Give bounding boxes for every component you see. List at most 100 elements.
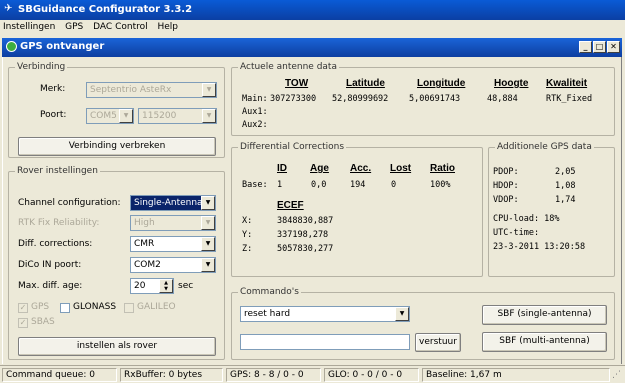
status-rxbuffer: RxBuffer: 0 bytes (120, 368, 223, 382)
base-ratio: 100% (430, 180, 451, 190)
gps-label: GPS (31, 302, 50, 312)
galileo-checkbox[interactable] (124, 303, 134, 313)
sbas-label: SBAS (31, 317, 55, 327)
main-kwaliteit: RTK_Fixed (546, 94, 593, 104)
col-ratio: Ratio (430, 163, 455, 174)
rover-legend: Rover instellingen (15, 166, 100, 176)
satellite-icon: ✈ (4, 3, 13, 14)
status-gps: GPS: 8 - 8 / 0 - 0 (226, 368, 321, 382)
menu-bar: Instellingen GPS DAC Control Help (0, 20, 625, 35)
pdop-label: PDOP: (493, 167, 519, 177)
channel-select[interactable]: Single-Antenna ▼ (130, 195, 216, 211)
gps-checkbox[interactable]: ✓ (18, 303, 28, 313)
z-label: Z: (242, 244, 253, 254)
sbf-multi-button[interactable]: SBF (multi-antenna) (482, 332, 607, 352)
channel-value: Single-Antenna (134, 198, 203, 208)
maxage-stepper[interactable]: 20 ▲ ▼ (130, 278, 174, 294)
rtk-select[interactable]: High ▼ (130, 215, 216, 231)
resize-grip-icon[interactable]: ⋰ (612, 370, 621, 380)
col-id: ID (277, 163, 287, 174)
chevron-down-icon: ▼ (201, 196, 215, 210)
main-hoogte: 48,884 (487, 94, 518, 104)
baud-value: 115200 (142, 111, 177, 121)
dico-value: COM2 (134, 260, 161, 270)
glonass-checkbox[interactable] (60, 303, 70, 313)
command-input[interactable] (240, 334, 410, 350)
chevron-down-icon: ▼ (119, 109, 133, 123)
maximize-button[interactable]: □ (593, 41, 606, 53)
minimize-button[interactable]: _ (579, 41, 592, 53)
poort-select[interactable]: COM5 ▼ (86, 108, 134, 124)
row-aux1-label: Aux1: (242, 107, 268, 117)
x-value: 3848830,887 (277, 216, 334, 226)
hdop-value: 1,08 (555, 181, 576, 191)
baud-select[interactable]: 115200 ▼ (138, 108, 217, 124)
z-value: 5057830,277 (277, 244, 334, 254)
disconnect-button[interactable]: Verbinding verbreken (18, 137, 216, 156)
col-kwaliteit: Kwaliteit (546, 78, 588, 89)
galileo-label: GALILEO (137, 302, 176, 312)
col-longitude: Longitude (417, 78, 466, 89)
cpu-load: CPU-load: 18% (493, 214, 560, 224)
commando-legend: Commando's (238, 287, 301, 297)
app-title-bar[interactable]: ✈ SBGuidance Configurator 3.3.2 (0, 0, 625, 20)
chevron-down-icon: ▼ (201, 258, 215, 272)
diff-select[interactable]: CMR ▼ (130, 236, 216, 252)
col-acc: Acc. (350, 163, 372, 174)
app-title: SBGuidance Configurator 3.3.2 (18, 4, 193, 15)
col-age: Age (310, 163, 329, 174)
menu-gps[interactable]: GPS (65, 22, 83, 32)
poort-label: Poort: (40, 110, 67, 120)
base-label: Base: (242, 180, 268, 190)
poort-value: COM5 (90, 111, 117, 121)
verbinding-legend: Verbinding (15, 62, 68, 72)
status-queue: Command queue: 0 (2, 368, 117, 382)
menu-help[interactable]: Help (157, 22, 178, 32)
command-select[interactable]: reset hard ▼ (240, 306, 410, 322)
main-tow: 307273300 (270, 94, 317, 104)
row-main-label: Main: (242, 94, 268, 104)
maxage-unit: sec (178, 281, 194, 291)
merk-select[interactable]: Septentrio AsteRx ▼ (86, 82, 217, 98)
diffcorr-legend: Differential Corrections (238, 142, 347, 152)
send-button[interactable]: verstuur (415, 333, 461, 352)
child-window-title-bar[interactable]: GPS ontvanger _ □ ✕ (2, 38, 622, 57)
y-label: Y: (242, 230, 253, 240)
extra-legend: Additionele GPS data (495, 142, 594, 152)
merk-value: Septentrio AsteRx (90, 85, 172, 95)
close-button[interactable]: ✕ (607, 41, 620, 53)
chevron-down-icon: ▼ (201, 216, 215, 230)
channel-label: Channel configuration: (18, 198, 121, 208)
chevron-down-icon: ▼ (202, 83, 216, 97)
base-id: 1 (277, 180, 283, 190)
col-lost: Lost (390, 163, 412, 174)
child-window-title: GPS ontvanger (20, 41, 105, 52)
spin-arrows-icon[interactable]: ▲ ▼ (159, 279, 173, 293)
menu-instellingen[interactable]: Instellingen (3, 22, 55, 32)
col-tow: TOW (285, 78, 309, 89)
maxage-value: 20 (134, 281, 146, 291)
command-value: reset hard (244, 309, 291, 319)
diff-value: CMR (134, 239, 155, 249)
menu-dac-control[interactable]: DAC Control (93, 22, 147, 32)
row-aux2-label: Aux2: (242, 120, 268, 130)
main-lat: 52,80999692 (332, 94, 389, 104)
dico-label: DiCo IN poort: (18, 260, 82, 270)
status-baseline: Baseline: 1,67 m (422, 368, 610, 382)
chevron-down-icon: ▼ (202, 109, 216, 123)
utc-label: UTC-time: (493, 228, 540, 238)
sbas-checkbox[interactable]: ✓ (18, 318, 28, 328)
gps-window-icon (6, 41, 17, 52)
col-latitude: Latitude (346, 78, 385, 89)
sbf-single-button[interactable]: SBF (single-antenna) (482, 305, 607, 325)
utc-value: 23-3-2011 13:20:58 (493, 242, 586, 252)
status-glo: GLO: 0 - 0 / 0 - 0 (324, 368, 419, 382)
base-acc: 194 (350, 180, 366, 190)
dico-select[interactable]: COM2 ▼ (130, 257, 216, 273)
vdop-value: 1,74 (555, 195, 576, 205)
pdop-value: 2,05 (555, 167, 576, 177)
maxage-label: Max. diff. age: (18, 281, 83, 291)
y-value: 337198,278 (277, 230, 329, 240)
set-rover-button[interactable]: instellen als rover (18, 337, 216, 356)
antenna-legend: Actuele antenne data (238, 62, 339, 72)
